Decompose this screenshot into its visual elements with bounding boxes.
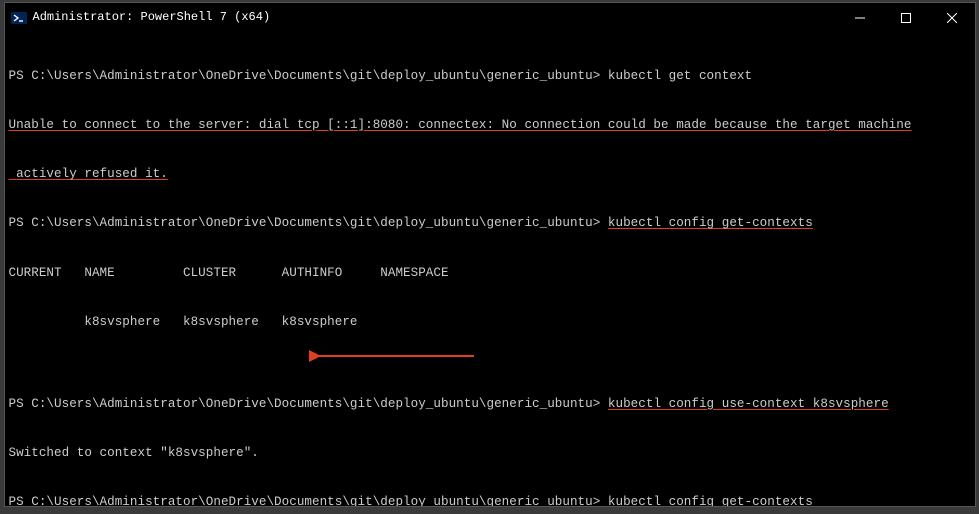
prompt: PS C:\Users\Administrator\OneDrive\Docum… xyxy=(9,495,608,506)
powershell-window: Administrator: PowerShell 7 (x64) PS C:\… xyxy=(4,2,976,507)
header-row: CURRENT NAME CLUSTER AUTHINFO NAMESPACE xyxy=(9,265,971,282)
command-text: kubectl get context xyxy=(608,69,752,83)
prompt: PS C:\Users\Administrator\OneDrive\Docum… xyxy=(9,69,608,83)
context-row: k8svsphere k8svsphere k8svsphere xyxy=(9,314,971,363)
powershell-icon xyxy=(11,10,27,26)
command-line: PS C:\Users\Administrator\OneDrive\Docum… xyxy=(9,494,971,506)
output-line: actively refused it. xyxy=(9,166,971,183)
output-line: Switched to context "k8svsphere". xyxy=(9,445,971,462)
close-button[interactable] xyxy=(929,3,975,33)
window-title: Administrator: PowerShell 7 (x64) xyxy=(33,10,271,26)
error-text: actively refused it. xyxy=(9,167,168,181)
prompt: PS C:\Users\Administrator\OneDrive\Docum… xyxy=(9,397,608,411)
prompt: PS C:\Users\Administrator\OneDrive\Docum… xyxy=(9,216,608,230)
command-text: kubectl config use-context k8svsphere xyxy=(608,397,889,411)
minimize-button[interactable] xyxy=(837,3,883,33)
titlebar[interactable]: Administrator: PowerShell 7 (x64) xyxy=(5,3,975,33)
maximize-button[interactable] xyxy=(883,3,929,33)
command-line: PS C:\Users\Administrator\OneDrive\Docum… xyxy=(9,68,971,85)
output-line: Unable to connect to the server: dial tc… xyxy=(9,117,971,134)
command-line: PS C:\Users\Administrator\OneDrive\Docum… xyxy=(9,396,971,413)
error-text: Unable to connect to the server: dial tc… xyxy=(9,118,912,132)
command-text: kubectl config get-contexts xyxy=(608,495,813,506)
terminal-body[interactable]: PS C:\Users\Administrator\OneDrive\Docum… xyxy=(5,33,975,506)
command-line: PS C:\Users\Administrator\OneDrive\Docum… xyxy=(9,215,971,232)
command-text: kubectl config get-contexts xyxy=(608,216,813,230)
